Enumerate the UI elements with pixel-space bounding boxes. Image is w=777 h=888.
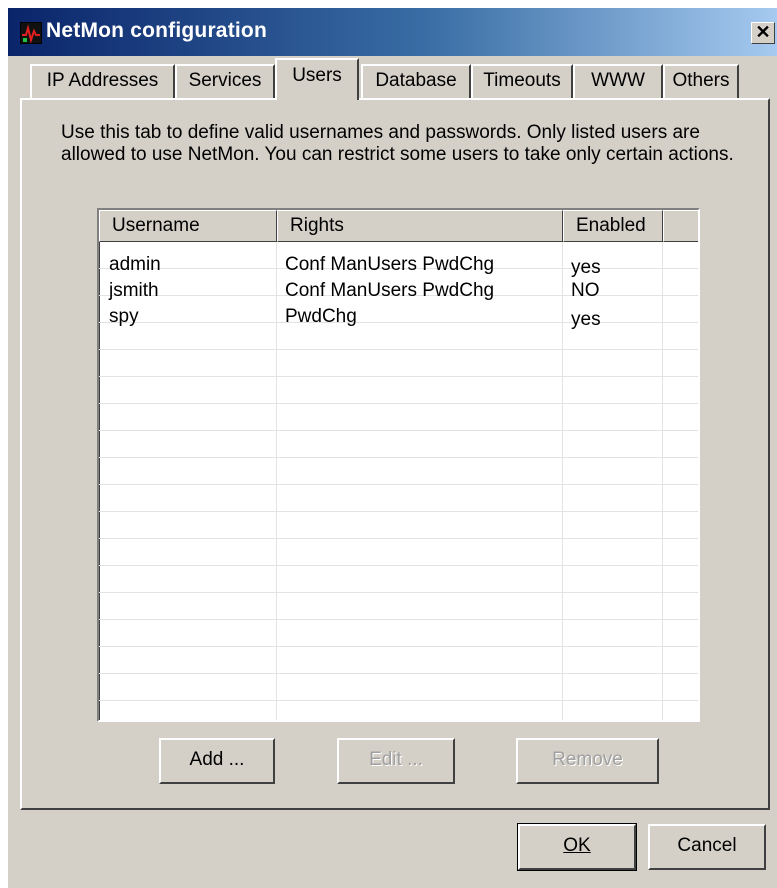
users-list[interactable]: Username Rights Enabled admin Conf ManUs…: [97, 208, 700, 722]
column-separator: [276, 242, 277, 720]
cell-username: admin: [109, 254, 161, 275]
tab-ip-addresses[interactable]: IP Addresses: [30, 64, 175, 98]
cell-enabled: NO: [571, 280, 600, 301]
cell-rights: Conf ManUsers PwdChg: [285, 280, 495, 301]
tab-others[interactable]: Others: [663, 64, 739, 98]
cancel-button[interactable]: Cancel: [648, 824, 766, 870]
title-bar[interactable]: NetMon configuration ✕: [8, 8, 777, 56]
tab-services[interactable]: Services: [175, 64, 275, 98]
users-tab-description: Use this tab to define valid usernames a…: [61, 122, 734, 165]
column-header-username[interactable]: Username: [99, 210, 277, 242]
close-icon[interactable]: ✕: [751, 22, 775, 44]
tab-timeouts[interactable]: Timeouts: [471, 64, 573, 98]
cell-username: spy: [109, 306, 139, 327]
window-title: NetMon configuration: [46, 19, 267, 42]
column-header-rights[interactable]: Rights: [277, 210, 563, 242]
tab-database[interactable]: Database: [361, 64, 471, 98]
column-header-filler: [663, 210, 698, 242]
cell-rights: Conf ManUsers PwdChg: [285, 254, 495, 275]
column-separator: [662, 242, 663, 720]
edit-user-button[interactable]: Edit ...: [337, 738, 455, 784]
column-separator: [562, 242, 563, 720]
ok-button[interactable]: OK: [517, 823, 637, 871]
cell-username: jsmith: [109, 280, 159, 301]
tab-users[interactable]: Users: [275, 58, 359, 100]
add-user-button[interactable]: Add ...: [159, 738, 275, 784]
netmon-app-icon: [20, 22, 42, 44]
remove-user-button[interactable]: Remove: [516, 738, 659, 784]
tab-www[interactable]: WWW: [573, 64, 663, 98]
ok-button-label: OK: [563, 835, 591, 856]
cell-enabled: yes: [571, 309, 601, 330]
cell-rights: PwdChg: [285, 306, 357, 327]
column-header-enabled[interactable]: Enabled: [563, 210, 663, 242]
